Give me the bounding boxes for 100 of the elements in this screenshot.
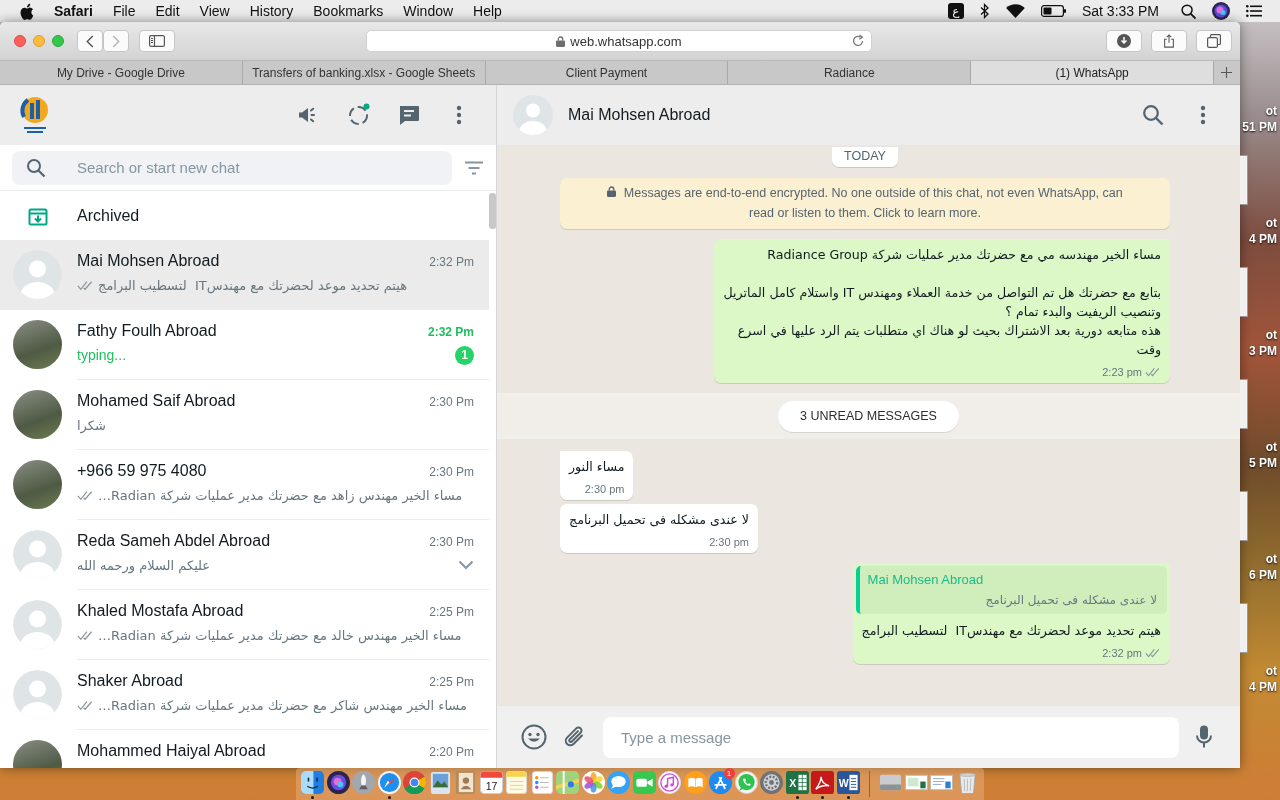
- file-label[interactable]: ot 51 PM: [1242, 103, 1280, 135]
- message-field[interactable]: Type a message: [603, 716, 1179, 758]
- scrollbar-thumb[interactable]: [489, 193, 496, 229]
- zoom-button[interactable]: [52, 35, 64, 47]
- status-icon[interactable]: [347, 103, 371, 127]
- file-thumbnail[interactable]: [1240, 603, 1248, 653]
- menu-icon[interactable]: [456, 105, 462, 125]
- filter-icon[interactable]: [464, 160, 484, 175]
- tabs-overview-button[interactable]: [1196, 30, 1232, 52]
- wifi-icon[interactable]: [1005, 4, 1025, 18]
- file-label[interactable]: ot 4 PM: [1249, 215, 1280, 247]
- message-time: 2:32 Pm: [427, 325, 474, 339]
- app-menu[interactable]: Safari: [54, 3, 93, 19]
- archived-row[interactable]: Archived: [0, 191, 489, 240]
- contact-name: Mai Mohsen Abroad: [77, 252, 220, 270]
- share-button[interactable]: [1151, 30, 1187, 52]
- smiley-icon[interactable]: [521, 724, 547, 750]
- encryption-notice-text: Messages are end-to-end encrypted. No one outside of this chat, not even WhatsApp, can read or listen to them. Click to learn more.: [623, 186, 1123, 220]
- bluetooth-icon[interactable]: [979, 3, 990, 19]
- download-icon: [1117, 34, 1131, 48]
- search-field[interactable]: Search or start new chat: [12, 150, 452, 185]
- message-preview: هيتم تحديد موعد لحضرتك مع مهندسIT لتسطيب البرامج: [98, 277, 408, 293]
- app-store-icon[interactable]: [709, 771, 733, 794]
- message-time: 2:32 pm: [1102, 647, 1142, 659]
- address-field[interactable]: web.whatsapp.com: [366, 30, 872, 52]
- menu-item[interactable]: History: [249, 3, 294, 19]
- encryption-notice[interactable]: Messages are end-to-end encrypted. No one outside of this chat, not even WhatsApp, can read or listen to them. Click to learn more.: [560, 178, 1170, 229]
- input-source-indicator[interactable]: ع: [947, 3, 964, 19]
- file-thumbnail[interactable]: [1240, 491, 1248, 541]
- browser-tab[interactable]: (1) WhatsApp: [971, 61, 1214, 84]
- notepad-icon[interactable]: [505, 771, 529, 794]
- checklist-icon[interactable]: [530, 771, 554, 794]
- browser-tab[interactable]: Client Payment: [485, 61, 729, 84]
- file-label[interactable]: ot 5 PM: [1249, 439, 1280, 471]
- file-thumbnail[interactable]: [1240, 267, 1248, 317]
- browser-tab[interactable]: Transfers of banking.xlsx - Google Sheets: [242, 61, 486, 84]
- menu-item[interactable]: Window: [403, 3, 454, 19]
- pdf-icon[interactable]: [811, 771, 835, 794]
- spreadsheet-icon[interactable]: X: [785, 771, 809, 794]
- back-button[interactable]: [77, 30, 103, 52]
- gear-icon[interactable]: [760, 771, 784, 794]
- compass-icon[interactable]: [377, 771, 401, 794]
- speech-bubble-icon[interactable]: [607, 771, 631, 794]
- photo-placeholder: [13, 390, 62, 439]
- message-time: 2:30 pm: [584, 483, 625, 495]
- new-chat-icon[interactable]: [397, 103, 421, 127]
- downloads-button[interactable]: [1106, 30, 1142, 52]
- menu-icon[interactable]: [1200, 105, 1206, 125]
- message-time: 2:20 Pm: [429, 745, 474, 759]
- menu-item[interactable]: Help: [473, 3, 502, 19]
- battery-icon[interactable]: [1040, 5, 1066, 17]
- contact-name: Reda Sameh Abdel Abroad: [77, 532, 271, 550]
- close-button[interactable]: [14, 35, 26, 47]
- face-icon[interactable]: [301, 771, 325, 794]
- chevron-left-icon: [86, 34, 94, 48]
- file-label[interactable]: ot 3 PM: [1249, 327, 1280, 359]
- message-text: هيتم تحديد موعد لحضرتك مع مهندسIT لتسطيب البرامج: [861, 622, 1161, 640]
- search-icon[interactable]: [1181, 3, 1196, 19]
- message-preview: مساء الخير مهندس زاهد مع حضرتك مدير عمليات شركة Radian…: [98, 487, 463, 503]
- orb-icon[interactable]: [1212, 2, 1230, 20]
- browser-icon[interactable]: [403, 771, 427, 794]
- contact-name: Khaled Mostafa Abroad: [77, 602, 244, 620]
- contact-name: Shaker Abroad: [77, 672, 183, 690]
- word-processor-icon[interactable]: W: [836, 771, 860, 794]
- book-icon[interactable]: [683, 771, 707, 794]
- chat-list-item[interactable]: Fathy Foulh Abroad 2:32 Pm typing... 1: [0, 310, 489, 380]
- apple-icon[interactable]: [20, 2, 34, 20]
- sidebar-button[interactable]: [139, 30, 175, 52]
- music-note-icon[interactable]: [658, 771, 682, 794]
- address-book-icon[interactable]: [454, 771, 478, 794]
- reload-icon[interactable]: [851, 34, 865, 48]
- file-label[interactable]: ot 6 PM: [1249, 551, 1280, 583]
- microphone-icon[interactable]: [1196, 725, 1212, 749]
- notification-badge: 1: [723, 768, 735, 779]
- list-icon[interactable]: [1246, 5, 1262, 17]
- calendar-icon[interactable]: 17: [479, 771, 503, 794]
- menu-item[interactable]: View: [199, 3, 230, 19]
- rocket-icon[interactable]: [352, 771, 376, 794]
- file-thumbnail[interactable]: [1240, 379, 1248, 429]
- avatar-icon: [13, 250, 62, 299]
- menu-item[interactable]: Edit: [155, 3, 180, 19]
- menu-item[interactable]: Bookmarks: [313, 3, 384, 19]
- phone-bubble-icon[interactable]: [734, 771, 758, 794]
- message-text: مساء الخير مهندسه مي مع حضرتك مدير عمليات شركة Radiance Group بتابع مع حضرتك هل تم التواصل من خدمة العملاء ومهندس IT واستلام كامل الماتريل وتنصيب الريفيت والبدء تمام ؟ هذه متابعه دورية بعد الاشتراك بحيث لو هناك اي متطلبات يتم الرد عليها في اسرع وقت: [723, 246, 1161, 359]
- quoted-author: Mai Mohsen Abroad: [867, 572, 985, 587]
- photo-placeholder: [13, 320, 62, 369]
- contact-name: +966 59 975 4080: [77, 462, 207, 480]
- share-icon: [1162, 34, 1176, 48]
- flower-icon[interactable]: [581, 771, 605, 794]
- map-icon[interactable]: [556, 771, 580, 794]
- file-thumbnail[interactable]: [1240, 155, 1248, 205]
- message-time: 2:25 Pm: [429, 605, 474, 619]
- browser-tab[interactable]: My Drive - Google Drive: [0, 61, 243, 84]
- chevron-right-icon: [112, 34, 120, 48]
- chevron-down-icon[interactable]: [458, 560, 474, 570]
- orb-icon[interactable]: [326, 771, 350, 794]
- menu-item[interactable]: File: [112, 3, 136, 19]
- message-time: 2:30 pm: [709, 536, 749, 548]
- clock[interactable]: Sat 3:33 PM: [1081, 3, 1159, 19]
- contact-name[interactable]: Mai Mohsen Abroad: [568, 106, 711, 124]
